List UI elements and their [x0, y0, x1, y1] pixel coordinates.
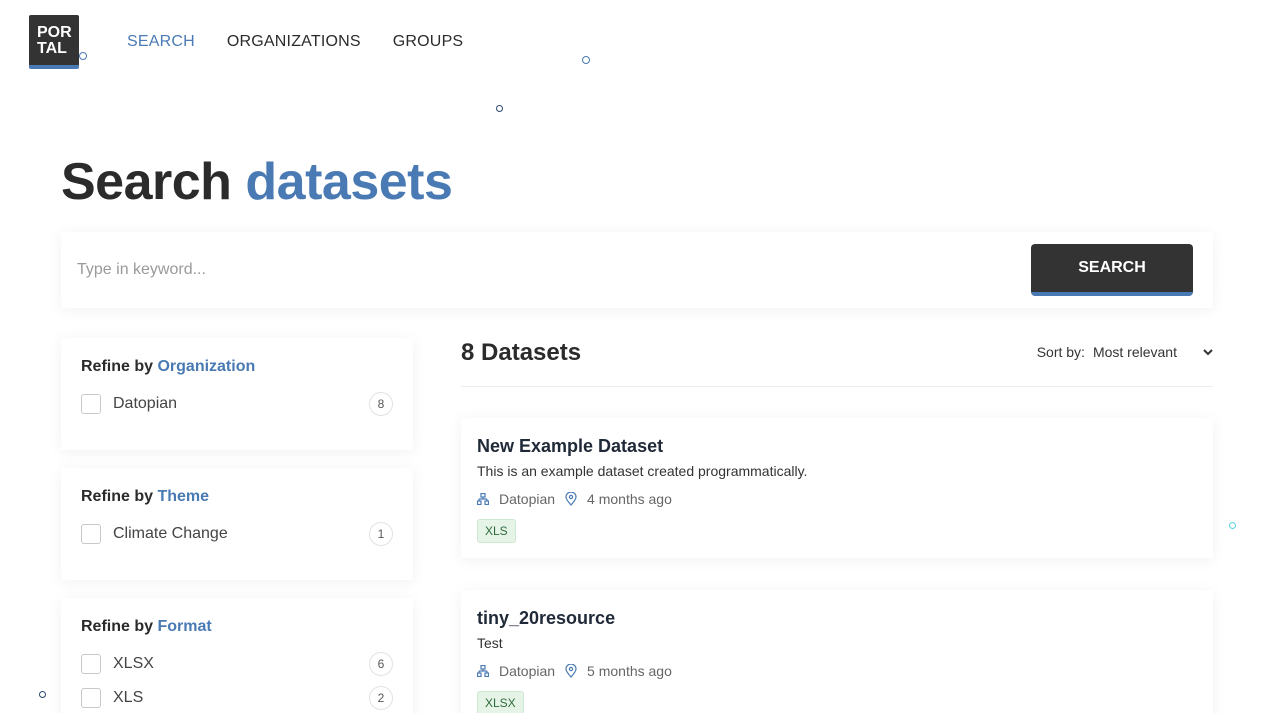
- facet-label: XLSX: [113, 655, 154, 672]
- decorative-dot: [39, 691, 46, 698]
- nav-search[interactable]: SEARCH: [127, 33, 195, 51]
- sort-label: Sort by:: [1036, 344, 1085, 360]
- dataset-meta: Datopian 5 months ago: [476, 663, 1197, 679]
- search-box: SEARCH: [61, 232, 1213, 308]
- dataset-card: tiny_20resource Test Datopian 5 months a…: [461, 590, 1213, 713]
- logo-text-line1: POR: [37, 24, 72, 41]
- logo-text-line2: TAL: [37, 40, 67, 57]
- sort-select[interactable]: Sort by: Most relevant: [1037, 344, 1213, 360]
- search-input[interactable]: [61, 250, 1031, 290]
- facet-title-prefix: Refine by: [81, 358, 154, 375]
- page-title: Search datasets: [61, 152, 453, 212]
- dataset-card: New Example Dataset This is an example d…: [461, 418, 1213, 558]
- chevron-down-icon[interactable]: [1203, 345, 1213, 359]
- facet-organization: Refine by Organization Datopian 8: [61, 338, 413, 450]
- facet-title: Refine by Theme: [81, 488, 393, 506]
- facet-label: Climate Change: [113, 525, 228, 542]
- portal-logo[interactable]: POR TAL: [29, 15, 79, 69]
- facet-item[interactable]: Datopian 8: [81, 392, 393, 416]
- facet-checkbox[interactable]: [81, 654, 101, 674]
- facet-item[interactable]: XLSX 6: [81, 652, 393, 676]
- search-button[interactable]: SEARCH: [1031, 244, 1193, 296]
- facet-count-badge: 8: [369, 392, 393, 416]
- facet-checkbox[interactable]: [81, 524, 101, 544]
- facet-checkbox[interactable]: [81, 394, 101, 414]
- nav-groups[interactable]: GROUPS: [393, 33, 464, 51]
- facet-count-badge: 6: [369, 652, 393, 676]
- dataset-title[interactable]: New Example Dataset: [477, 436, 1197, 457]
- dataset-title[interactable]: tiny_20resource: [477, 608, 1197, 629]
- dataset-modified: 5 months ago: [587, 663, 672, 679]
- facet-title-name: Format: [157, 618, 212, 635]
- organization-icon: [476, 664, 491, 678]
- title-part2: datasets: [245, 153, 453, 211]
- main-nav: SEARCH ORGANIZATIONS GROUPS: [127, 33, 463, 51]
- format-tag[interactable]: XLS: [477, 519, 516, 543]
- decorative-dot: [496, 105, 503, 112]
- sort-value[interactable]: Most relevant: [1093, 344, 1177, 360]
- facet-checkbox[interactable]: [81, 688, 101, 708]
- organization-icon: [476, 492, 491, 506]
- facet-item[interactable]: XLS 2: [81, 686, 393, 710]
- facet-label: XLS: [113, 689, 144, 706]
- facet-format: Refine by Format XLSX 6 XLS 2: [61, 598, 413, 713]
- decorative-dot: [1229, 522, 1236, 529]
- facet-title-name: Organization: [157, 358, 256, 375]
- title-part1: Search: [61, 153, 232, 211]
- dataset-organization: Datopian: [499, 663, 556, 679]
- format-tag[interactable]: XLSX: [477, 691, 524, 713]
- facet-count-badge: 2: [369, 686, 393, 710]
- location-pin-icon: [565, 491, 579, 506]
- decorative-dot: [79, 52, 87, 60]
- facet-title: Refine by Organization: [81, 358, 393, 376]
- facet-theme: Refine by Theme Climate Change 1: [61, 468, 413, 580]
- results-header: 8 Datasets Sort by: Most relevant: [461, 336, 1213, 387]
- dataset-description: Test: [477, 635, 503, 651]
- facet-title-prefix: Refine by: [81, 618, 154, 635]
- decorative-dot: [582, 56, 590, 64]
- nav-organizations[interactable]: ORGANIZATIONS: [227, 33, 361, 51]
- site-header: POR TAL SEARCH ORGANIZATIONS GROUPS: [0, 0, 1270, 90]
- facet-item[interactable]: Climate Change 1: [81, 522, 393, 546]
- dataset-modified: 4 months ago: [587, 491, 672, 507]
- facet-title: Refine by Format: [81, 618, 393, 636]
- dataset-description: This is an example dataset created progr…: [477, 463, 808, 479]
- facet-title-prefix: Refine by: [81, 488, 154, 505]
- location-pin-icon: [565, 663, 579, 678]
- facet-label: Datopian: [113, 395, 178, 412]
- facet-title-name: Theme: [157, 488, 210, 505]
- dataset-organization: Datopian: [499, 491, 556, 507]
- dataset-meta: Datopian 4 months ago: [476, 491, 1197, 507]
- facet-count-badge: 1: [369, 522, 393, 546]
- results-count: 8 Datasets: [461, 339, 582, 366]
